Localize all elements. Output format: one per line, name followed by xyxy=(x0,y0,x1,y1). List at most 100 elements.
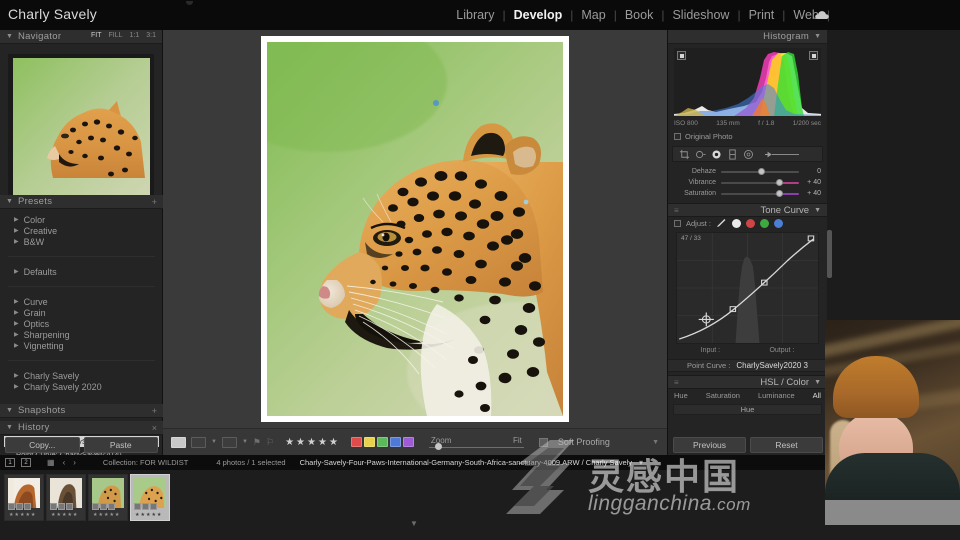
filmstrip-page-forward[interactable]: 2 xyxy=(21,458,31,467)
color-label-blue[interactable] xyxy=(389,437,401,447)
shadow-clipping-toggle[interactable] xyxy=(677,51,686,60)
color-label-purple[interactable] xyxy=(402,437,414,447)
red-channel-button[interactable] xyxy=(746,219,756,228)
preset-item-bw[interactable]: ▶ B&W xyxy=(0,236,163,247)
history-clear-button[interactable]: × xyxy=(152,423,157,433)
navigator-zoom-modes[interactable]: FIT FILL 1:1 3:1 xyxy=(91,32,156,39)
disclosure-triangle-icon[interactable]: ▼ xyxy=(814,207,821,214)
pencil-icon[interactable] xyxy=(716,219,727,228)
tone-curve-graph[interactable]: 47 / 33 xyxy=(676,232,819,344)
navigator-mode-3to1[interactable]: 3:1 xyxy=(146,32,156,39)
paste-button[interactable]: Paste xyxy=(83,437,158,453)
slider-knob[interactable] xyxy=(758,167,766,175)
tone-curve-header[interactable]: ≡ Tone Curve ▼ xyxy=(668,203,827,217)
disclosure-triangle-icon[interactable]: ▼ xyxy=(6,424,13,431)
slider-dehaze[interactable]: Dehaze 0 xyxy=(668,166,827,177)
hsl-tab-saturation[interactable]: Saturation xyxy=(706,391,740,400)
slider-value[interactable]: + 40 xyxy=(799,179,821,186)
spot-removal-pin[interactable] xyxy=(433,100,439,106)
crop-tool-icon[interactable] xyxy=(679,149,690,160)
green-channel-button[interactable] xyxy=(760,219,770,228)
soft-proofing-checkbox[interactable] xyxy=(538,437,548,447)
hsl-tab-hue[interactable]: Hue xyxy=(674,391,688,400)
slider-vibrance[interactable]: Vibrance + 40 xyxy=(668,177,827,188)
color-label-yellow[interactable] xyxy=(363,437,375,447)
filmstrip-thumbnail-selected[interactable]: ★★★★★ xyxy=(130,474,170,521)
preset-item-vignetting[interactable]: ▶ Vignetting xyxy=(0,340,163,351)
toolbar-options-chevron-icon[interactable]: ▼ xyxy=(652,439,659,446)
image-canvas[interactable] xyxy=(163,30,667,428)
slider-track[interactable] xyxy=(721,189,799,197)
slider-knob[interactable] xyxy=(775,189,783,197)
original-photo-checkbox[interactable] xyxy=(674,133,681,140)
color-label-group[interactable] xyxy=(350,437,414,447)
module-map[interactable]: Map xyxy=(573,8,613,22)
current-filename[interactable]: Charly-Savely-Four-Paws-International-Ge… xyxy=(300,458,632,467)
hsl-tab-row[interactable]: Hue Saturation Luminance All xyxy=(668,389,827,402)
color-label-green[interactable] xyxy=(376,437,388,447)
filmstrip[interactable]: ★★★★★ ★★★★★ ★★★★★ ★★★★★ xyxy=(0,470,960,525)
navigator-preview[interactable] xyxy=(8,54,154,204)
preset-item-sharpening[interactable]: ▶ Sharpening xyxy=(0,329,163,340)
preset-item-curve[interactable]: ▶ Curve xyxy=(0,296,163,307)
main-photo[interactable] xyxy=(267,42,563,416)
module-book[interactable]: Book xyxy=(617,8,662,22)
filmstrip-page-back[interactable]: 1 xyxy=(5,458,15,467)
targeted-adjustment-toggle[interactable] xyxy=(674,220,681,227)
module-library[interactable]: Library xyxy=(448,8,502,22)
survey-view-icon[interactable] xyxy=(221,436,237,448)
preset-item-optics[interactable]: ▶ Optics xyxy=(0,318,163,329)
adjustment-brush-tool-icon[interactable] xyxy=(763,150,801,159)
highlight-clipping-toggle[interactable] xyxy=(809,51,818,60)
slider-saturation[interactable]: Saturation + 40 xyxy=(668,188,827,199)
disclosure-triangle-icon[interactable]: ▼ xyxy=(814,379,821,386)
point-curve-row[interactable]: Point Curve : CharlySavely2020 3 xyxy=(668,359,827,372)
navigator-mode-1to1[interactable]: 1:1 xyxy=(130,32,140,39)
navigator-mode-fit[interactable]: FIT xyxy=(91,32,102,39)
star-icon[interactable]: ★ xyxy=(329,437,338,448)
disclosure-triangle-icon[interactable]: ▼ xyxy=(6,33,13,40)
filmstrip-thumbnail[interactable]: ★★★★★ xyxy=(46,474,86,521)
chevron-down-icon[interactable]: ▾ xyxy=(639,458,643,467)
disclosure-triangle-icon[interactable]: ▼ xyxy=(814,33,821,40)
develop-tool-strip[interactable] xyxy=(672,146,823,162)
cloud-icon[interactable] xyxy=(814,10,830,20)
grid-view-icon[interactable]: ▦ xyxy=(47,458,55,467)
hsl-tab-luminance[interactable]: Luminance xyxy=(758,391,795,400)
radial-filter-tool-icon[interactable] xyxy=(743,149,754,160)
slider-track[interactable] xyxy=(721,178,799,186)
forward-arrow-icon[interactable]: › xyxy=(73,458,76,467)
hsl-tab-all[interactable]: All xyxy=(813,391,821,400)
loupe-view-icon[interactable] xyxy=(171,436,186,448)
spot-removal-tool-icon[interactable] xyxy=(695,149,706,160)
preset-item-charly-savely[interactable]: ▶ Charly Savely xyxy=(0,370,163,381)
color-label-red[interactable] xyxy=(350,437,362,447)
copy-button[interactable]: Copy... xyxy=(5,437,80,453)
star-icon[interactable]: ★ xyxy=(285,437,294,448)
previous-button[interactable]: Previous xyxy=(673,437,746,453)
module-slideshow[interactable]: Slideshow xyxy=(664,8,737,22)
star-icon[interactable]: ★ xyxy=(307,437,316,448)
preset-item-color[interactable]: ▶ Color xyxy=(0,214,163,225)
original-photo-row[interactable]: Original Photo xyxy=(674,131,821,142)
reset-button[interactable]: Reset xyxy=(750,437,823,453)
module-print[interactable]: Print xyxy=(741,8,783,22)
back-arrow-icon[interactable]: ‹ xyxy=(63,458,66,467)
zoom-knob[interactable] xyxy=(434,443,442,450)
star-icon[interactable]: ★ xyxy=(296,437,305,448)
preset-item-defaults[interactable]: ▶ Defaults xyxy=(0,266,163,277)
red-eye-tool-icon[interactable] xyxy=(711,149,722,160)
snapshots-header[interactable]: ▼ Snapshots + xyxy=(0,404,163,418)
hsl-color-header[interactable]: ≡ HSL / Color ▼ xyxy=(668,375,827,389)
slider-track[interactable] xyxy=(721,167,799,175)
module-picker[interactable]: Library | Develop | Map | Book | Slidesh… xyxy=(448,6,830,24)
hsl-hue-subsection[interactable]: Hue xyxy=(673,404,822,415)
preset-item-creative[interactable]: ▶ Creative xyxy=(0,225,163,236)
disclosure-triangle-icon[interactable]: ▼ xyxy=(6,407,13,414)
chevron-down-icon[interactable]: ▼ xyxy=(211,439,217,445)
zoom-track[interactable] xyxy=(428,447,524,448)
filmstrip-thumbnail[interactable]: ★★★★★ xyxy=(88,474,128,521)
blue-channel-button[interactable] xyxy=(774,219,784,228)
presets-header[interactable]: ▼ Presets + xyxy=(0,195,163,209)
right-panel-scrollbar[interactable] xyxy=(827,230,832,278)
